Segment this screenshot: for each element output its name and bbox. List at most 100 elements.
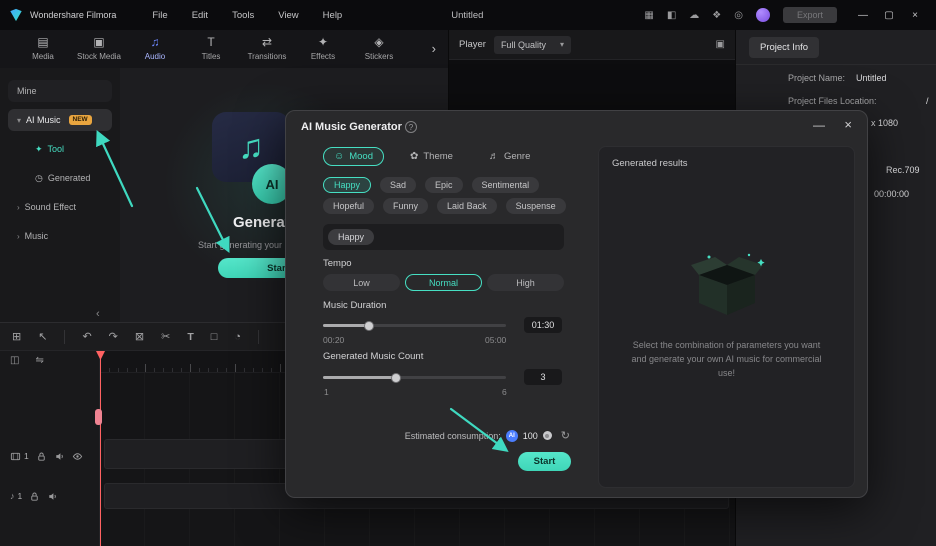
estimated-consumption-row: Estimated consumption: AI 100 ↻	[323, 429, 570, 442]
quality-dropdown[interactable]: Full Quality ▾	[493, 35, 571, 54]
tempo-normal-button[interactable]: Normal	[405, 274, 482, 291]
lock-icon[interactable]	[36, 451, 47, 462]
maximize-button[interactable]: ▢	[876, 10, 902, 21]
sidebar-item-music[interactable]: › Music	[8, 225, 112, 247]
count-slider-handle[interactable]	[391, 372, 402, 383]
audio-sidebar: Mine ▾ AI Music NEW ✦ Tool ◷ Generated ›…	[0, 68, 120, 322]
mute-icon[interactable]	[47, 491, 58, 502]
tab-mood[interactable]: ☺ Mood	[323, 147, 384, 166]
tab-theme[interactable]: ✿ Theme	[400, 148, 463, 165]
menu-help[interactable]: Help	[311, 6, 355, 25]
tabs-overflow-icon[interactable]: ›	[432, 41, 436, 56]
menu-tools[interactable]: Tools	[220, 6, 266, 25]
project-location-value: /	[926, 96, 929, 106]
notifications-icon[interactable]: ◎	[734, 10, 743, 21]
chip-suspense[interactable]: Suspense	[505, 198, 566, 214]
select-tool-icon[interactable]: ↖	[38, 330, 47, 343]
tab-transitions[interactable]: ⇄ Transitions	[240, 34, 294, 68]
tempo-label: Tempo	[323, 258, 352, 269]
tab-stock-media[interactable]: ▣ Stock Media	[72, 34, 126, 68]
chevron-down-icon: ▾	[17, 115, 22, 125]
tab-theme-label: Theme	[423, 151, 453, 162]
layout-icon[interactable]: ▦	[644, 10, 653, 21]
text-tool-icon[interactable]: T	[187, 331, 193, 343]
tab-genre[interactable]: ♬ Genre	[479, 148, 540, 165]
menu-view[interactable]: View	[266, 6, 310, 25]
refresh-icon[interactable]: ↻	[561, 429, 570, 442]
chip-laid-back[interactable]: Laid Back	[437, 198, 497, 214]
tab-titles[interactable]: T Titles	[184, 34, 238, 68]
tool-icon: ✦	[35, 143, 43, 154]
window-controls: — ▢ ×	[850, 10, 928, 21]
sidebar-item-music-label: Music	[24, 231, 49, 241]
speed-icon[interactable]: ◔	[234, 331, 241, 343]
music-duration-label: Music Duration	[323, 300, 387, 311]
tab-project-info[interactable]: Project Info	[749, 37, 820, 58]
count-max-label: 6	[502, 387, 507, 397]
plugins-icon[interactable]: ❖	[712, 10, 721, 21]
tempo-high-button[interactable]: High	[487, 274, 564, 291]
split-icon[interactable]: ✂	[161, 330, 170, 343]
count-value-box[interactable]: 3	[524, 369, 562, 385]
crop-icon[interactable]: □	[211, 331, 218, 343]
mood-chip-row-2: Hopeful Funny Laid Back Suspense	[323, 198, 566, 214]
dialog-minimize-button[interactable]: —	[813, 118, 825, 132]
chip-sentimental[interactable]: Sentimental	[471, 177, 540, 193]
preview-image-icon[interactable]: ▣	[716, 39, 725, 50]
document-title: Untitled	[451, 9, 484, 21]
playhead-line[interactable]	[100, 351, 101, 546]
cloud-upload-icon[interactable]: ☁	[689, 10, 699, 21]
tab-stickers-label: Stickers	[364, 52, 394, 61]
sidebar-item-tool[interactable]: ✦ Tool	[26, 138, 112, 160]
tempo-low-button[interactable]: Low	[323, 274, 400, 291]
titles-icon: T	[207, 35, 215, 49]
sidebar-item-generated[interactable]: ◷ Generated	[26, 167, 112, 189]
duration-slider-handle[interactable]	[363, 320, 374, 331]
playhead-scroll-pill[interactable]	[95, 409, 102, 425]
menu-bar: File Edit Tools View Help	[140, 6, 354, 25]
sidebar-item-sound-effect[interactable]: › Sound Effect	[8, 196, 112, 218]
chip-sad[interactable]: Sad	[380, 177, 417, 193]
close-button[interactable]: ×	[902, 10, 928, 21]
copy-icon[interactable]: ◫	[10, 355, 19, 366]
titlebar-right: ▦ ◧ ☁ ❖ ◎ Export — ▢ ×	[644, 7, 936, 23]
avatar[interactable]	[755, 8, 770, 22]
link-icon[interactable]: ⇋	[35, 355, 43, 366]
selected-mood-chip[interactable]: Happy	[328, 229, 375, 245]
count-slider[interactable]	[323, 372, 506, 383]
tab-stickers[interactable]: ◈ Stickers	[352, 34, 406, 68]
chip-epic[interactable]: Epic	[425, 177, 463, 193]
music-count-label: Generated Music Count	[323, 351, 424, 362]
export-button[interactable]: Export	[782, 7, 837, 23]
sidebar-item-ai-music[interactable]: ▾ AI Music NEW	[8, 109, 112, 131]
delete-icon[interactable]: ⊠	[135, 330, 144, 343]
video-track-header: 1	[0, 441, 100, 471]
chip-hopeful[interactable]: Hopeful	[323, 198, 375, 214]
tab-effects[interactable]: ✦ Effects	[296, 34, 350, 68]
snapshot-icon[interactable]: ◧	[667, 10, 676, 21]
redo-icon[interactable]: ↷	[109, 330, 118, 343]
duration-min-label: 00:20	[323, 335, 345, 345]
minimize-button[interactable]: —	[850, 10, 876, 21]
sidebar-item-mine[interactable]: Mine	[8, 80, 112, 102]
duration-value-box[interactable]: 01:30	[524, 317, 562, 333]
chip-happy[interactable]: Happy	[323, 177, 372, 193]
tab-media[interactable]: ▤ Media	[16, 34, 70, 68]
eye-icon[interactable]	[72, 451, 83, 462]
dialog-close-button[interactable]: ×	[844, 117, 852, 132]
category-tabs: ☺ Mood ✿ Theme ♬ Genre	[323, 147, 540, 166]
empty-box-illustration	[690, 253, 765, 315]
menu-edit[interactable]: Edit	[180, 6, 220, 25]
undo-icon[interactable]: ↶	[82, 330, 91, 343]
mute-icon[interactable]	[54, 451, 65, 462]
help-icon[interactable]: ?	[405, 121, 417, 133]
duration-slider[interactable]	[323, 320, 506, 331]
start-button[interactable]: Start	[518, 452, 571, 471]
tab-transitions-label: Transitions	[247, 52, 287, 61]
chip-funny[interactable]: Funny	[383, 198, 429, 214]
lock-icon[interactable]	[29, 491, 40, 502]
sidebar-collapse-icon[interactable]: ‹	[96, 308, 100, 320]
snap-icon[interactable]: ⊞	[12, 330, 21, 343]
tab-audio[interactable]: ♫ Audio	[128, 34, 182, 68]
menu-file[interactable]: File	[140, 6, 179, 25]
